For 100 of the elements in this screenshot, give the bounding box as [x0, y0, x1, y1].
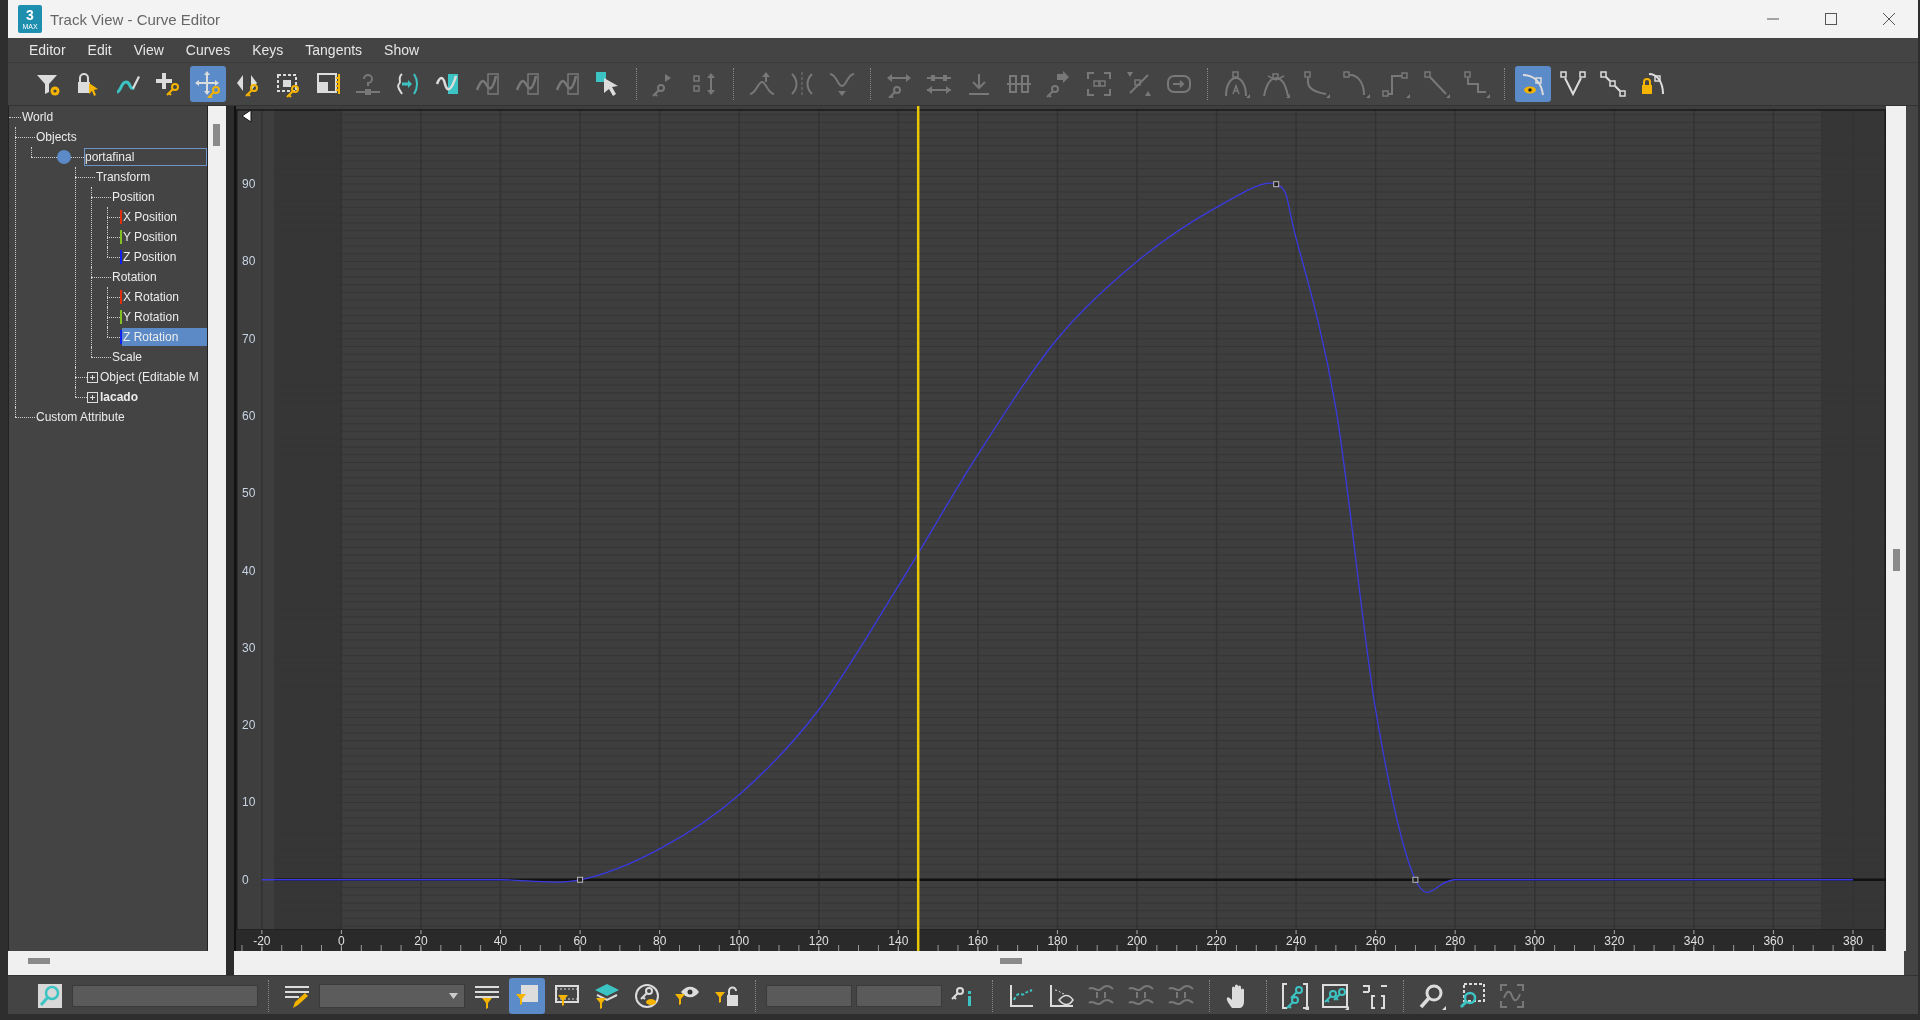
wave-frame-icon [1498, 982, 1526, 1010]
graph-eye-icon [1047, 982, 1075, 1010]
diagonal-points-icon [1599, 70, 1627, 98]
tree-item[interactable]: X Rotation [122, 288, 181, 306]
mirror-icon [788, 70, 816, 98]
step-curve-icon [1462, 70, 1490, 98]
keys-box-icon [1321, 982, 1349, 1010]
x-axis-label: 40 [493, 934, 508, 948]
scrollbar[interactable] [1886, 106, 1906, 951]
x-axis-label: 20 [414, 934, 428, 948]
tree-item[interactable]: lacado [99, 388, 139, 406]
tree-item[interactable]: Z Position [122, 248, 178, 266]
left-triangle-icon[interactable] [241, 109, 252, 123]
tree-item[interactable]: Y Position [122, 228, 178, 246]
search-icon [36, 982, 64, 1010]
scrollbar[interactable] [8, 951, 226, 975]
x-axis-label: 120 [808, 934, 829, 948]
curve-corner-icon [1302, 70, 1330, 98]
x-axis-label: 0 [338, 934, 345, 948]
x-axis-label: -20 [253, 934, 271, 948]
y-axis-label: 20 [242, 718, 256, 733]
x-axis-label: 100 [729, 934, 750, 948]
input-field[interactable] [766, 985, 852, 1007]
menu-item[interactable]: Show [373, 40, 431, 60]
curve-key[interactable] [577, 876, 584, 883]
maximize-icon [1825, 13, 1837, 25]
expand-toggle[interactable] [87, 371, 98, 383]
peak-arrow-icon [748, 70, 776, 98]
input-field[interactable] [72, 985, 258, 1007]
x-axis-label: 220 [1206, 934, 1227, 948]
window-title: Track View - Curve Editor [50, 10, 222, 28]
x-axis-label: 380 [1842, 934, 1863, 948]
x-axis-label: 140 [888, 934, 909, 948]
dashed-frame-icon [1085, 70, 1113, 98]
menu-item[interactable]: Keys [241, 40, 295, 60]
curve-frame-icon [554, 70, 582, 98]
x-axis-label: 240 [1286, 934, 1307, 948]
tree-item[interactable]: portafinal [84, 148, 207, 166]
menu-item[interactable]: View [122, 40, 175, 60]
x-axis-label: 340 [1683, 934, 1704, 948]
time-slider[interactable] [916, 106, 920, 951]
tree-item[interactable]: Y Rotation [122, 308, 180, 326]
curve-frame-icon [474, 70, 502, 98]
minimize-icon [1767, 18, 1779, 20]
y-axis-label: 10 [242, 795, 256, 810]
arc-icon [1342, 70, 1370, 98]
tree-item[interactable]: Scale [111, 348, 144, 366]
y-axis-label: 50 [242, 486, 256, 501]
logo-number: 3 [26, 7, 34, 23]
menu-item[interactable]: Tangents [294, 40, 374, 60]
zoom-region-icon [1458, 982, 1486, 1010]
y-axis-label: 0 [242, 872, 249, 887]
x-axis-label: 260 [1365, 934, 1386, 948]
x-axis-label: 160 [967, 934, 988, 948]
keys-frame-icon [1281, 982, 1309, 1010]
object-icon [57, 150, 71, 164]
diagonal-arrows-icon [1125, 70, 1153, 98]
y-axis-label: 60 [242, 409, 256, 424]
x-axis-label: 200 [1126, 934, 1147, 948]
tree-item[interactable]: Objects [35, 128, 78, 146]
valley-arrow-icon [828, 70, 856, 98]
x-axis-label: 360 [1763, 934, 1784, 948]
menu-item[interactable]: Editor [18, 40, 77, 60]
graph-curve-icon [1007, 982, 1035, 1010]
tree-item[interactable]: Custom Attribute [35, 408, 126, 426]
x-axis-label: 280 [1445, 934, 1466, 948]
x-axis-label: 80 [652, 934, 667, 948]
tree-item[interactable]: Position [111, 188, 156, 206]
y-axis-label: 40 [242, 563, 256, 578]
y-axis-label: 80 [242, 254, 256, 269]
curve-key[interactable] [1412, 876, 1419, 883]
scrollbar[interactable] [208, 106, 226, 951]
tree-item[interactable]: Rotation [111, 268, 158, 286]
auto-tangent-icon [1222, 70, 1250, 98]
add-key-icon [154, 70, 182, 98]
curve-key[interactable] [1273, 181, 1280, 188]
tree-item[interactable]: Object (Editable M [99, 368, 200, 386]
scrollbar[interactable] [234, 951, 1904, 975]
x-axis-label: 180 [1047, 934, 1068, 948]
x-axis-label: 320 [1604, 934, 1625, 948]
y-axis-label: 70 [242, 331, 256, 346]
y-axis-label: 30 [242, 640, 256, 655]
expand-toggle[interactable] [87, 391, 98, 403]
brackets-icon [1361, 982, 1389, 1010]
move-keys-icon [194, 70, 222, 98]
step-icon [1382, 70, 1410, 98]
caret-icon [449, 993, 458, 999]
tree-item[interactable]: X Position [122, 208, 179, 226]
peak-curve-icon [1262, 70, 1290, 98]
x-axis-label: 300 [1524, 934, 1545, 948]
menu-item[interactable]: Curves [174, 40, 242, 60]
key-eye-icon [633, 982, 661, 1010]
close-icon [1883, 13, 1895, 25]
y-axis-label: 90 [242, 177, 256, 192]
line-icon [1422, 70, 1450, 98]
tree-item[interactable]: Transform [95, 168, 152, 186]
menu-item[interactable]: Edit [76, 40, 123, 60]
input-field[interactable] [856, 985, 942, 1007]
x-axis-label: 60 [573, 934, 587, 948]
tree-item[interactable]: World [21, 108, 55, 126]
